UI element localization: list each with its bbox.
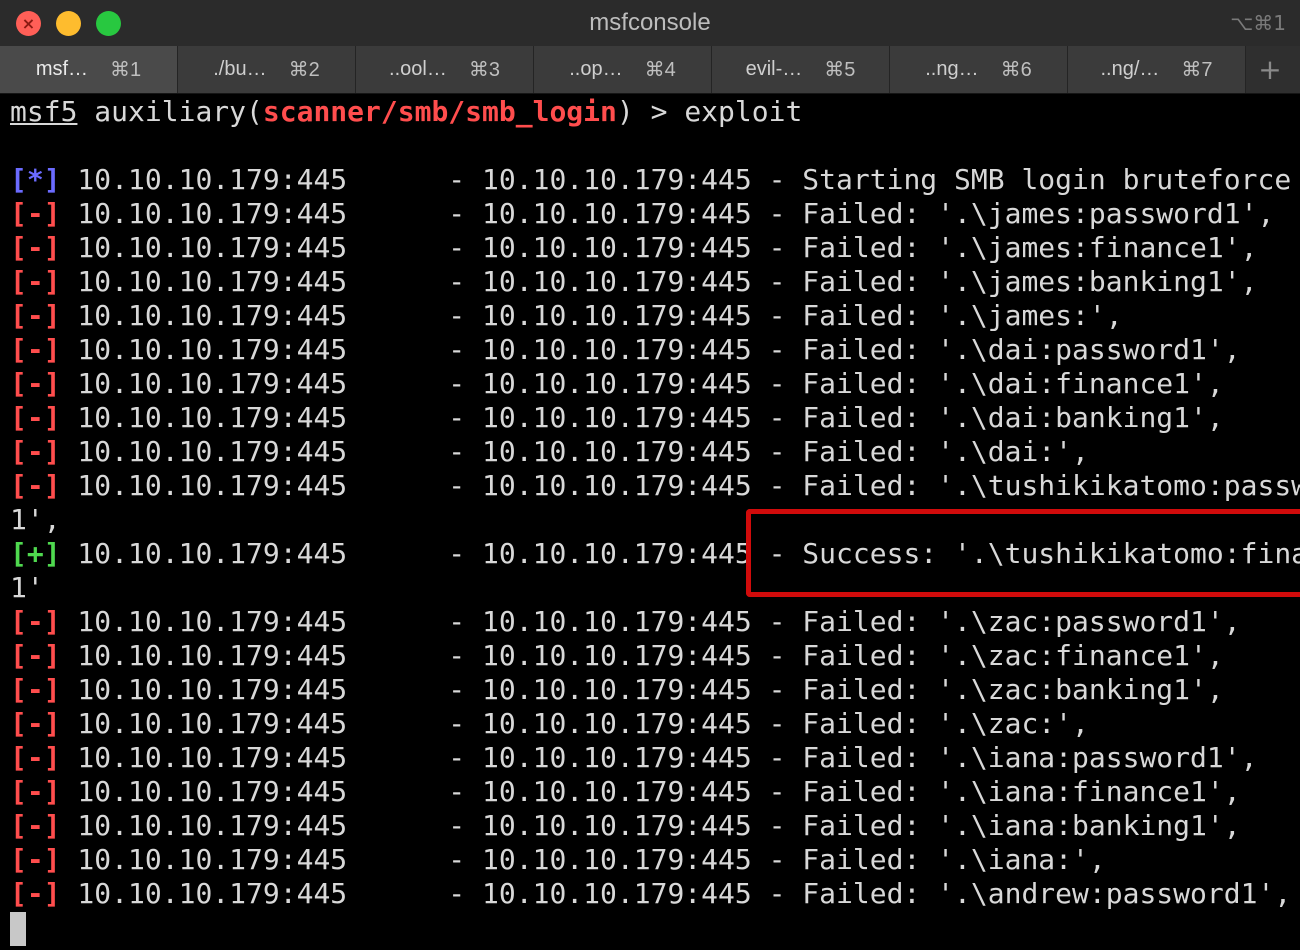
output-text: 10.10.10.179:445 - 10.10.10.179:445 - Fa… bbox=[60, 741, 1258, 774]
tab-label: ..ool… bbox=[389, 58, 447, 80]
tab-label: msf… bbox=[35, 58, 89, 80]
plus-icon: + bbox=[1258, 53, 1282, 86]
status-fail-tag: [-] bbox=[10, 197, 61, 230]
status-fail-tag: [-] bbox=[10, 265, 61, 298]
tab-label: ..ng/… bbox=[1100, 58, 1160, 80]
output-line: [-] 10.10.10.179:445 - 10.10.10.179:445 … bbox=[10, 197, 1300, 231]
output-text: 10.10.10.179:445 - 10.10.10.179:445 - Fa… bbox=[60, 469, 1300, 502]
terminal-cursor bbox=[10, 912, 26, 946]
output-text: 10.10.10.179:445 - 10.10.10.179:445 - Fa… bbox=[60, 333, 1241, 366]
output-text: 10.10.10.179:445 - 10.10.10.179:445 - Fa… bbox=[60, 197, 1275, 230]
status-fail-tag: [-] bbox=[10, 877, 61, 910]
status-info-tag: [*] bbox=[10, 163, 61, 196]
output-line: [-] 10.10.10.179:445 - 10.10.10.179:445 … bbox=[10, 469, 1300, 503]
output-text: 10.10.10.179:445 - 10.10.10.179:445 - Fa… bbox=[60, 605, 1241, 638]
status-fail-tag: [-] bbox=[10, 469, 61, 502]
output-text: 1' bbox=[10, 571, 44, 604]
tab-shortcut: ⌘7 bbox=[1181, 59, 1213, 81]
output-line: [-] 10.10.10.179:445 - 10.10.10.179:445 … bbox=[10, 605, 1300, 639]
status-fail-tag: [-] bbox=[10, 639, 61, 672]
output-line: [-] 10.10.10.179:445 - 10.10.10.179:445 … bbox=[10, 231, 1300, 265]
tab-label: evil-… bbox=[745, 58, 803, 80]
output-line: [-] 10.10.10.179:445 - 10.10.10.179:445 … bbox=[10, 435, 1300, 469]
status-fail-tag: [-] bbox=[10, 673, 61, 706]
output-line: [-] 10.10.10.179:445 - 10.10.10.179:445 … bbox=[10, 299, 1300, 333]
status-fail-tag: [-] bbox=[10, 605, 61, 638]
output-line: [-] 10.10.10.179:445 - 10.10.10.179:445 … bbox=[10, 707, 1300, 741]
output-text: 10.10.10.179:445 - 10.10.10.179:445 - Fa… bbox=[60, 775, 1241, 808]
status-fail-tag: [-] bbox=[10, 231, 61, 264]
output-text: 10.10.10.179:445 - 10.10.10.179:445 - Fa… bbox=[60, 401, 1224, 434]
output-text: 10.10.10.179:445 - 10.10.10.179:445 - St… bbox=[60, 163, 1292, 196]
status-success-tag: [+] bbox=[10, 537, 61, 570]
window-shortcut: ⌥⌘1 bbox=[1230, 11, 1286, 35]
prompt-command: ) > exploit bbox=[616, 95, 803, 128]
output-text: 10.10.10.179:445 - 10.10.10.179:445 - Fa… bbox=[60, 809, 1241, 842]
tab-5[interactable]: evil-… ⌘5 bbox=[712, 46, 890, 93]
tab-4[interactable]: ..op… ⌘4 bbox=[534, 46, 712, 93]
prompt-line: msf5 auxiliary(scanner/smb/smb_login) > … bbox=[10, 95, 1300, 129]
terminal-output[interactable]: msf5 auxiliary(scanner/smb/smb_login) > … bbox=[10, 95, 1300, 911]
new-tab-button[interactable]: + bbox=[1246, 46, 1294, 93]
tab-shortcut: ⌘1 bbox=[110, 59, 142, 81]
tab-1[interactable]: msf… ⌘1 bbox=[0, 46, 178, 93]
status-fail-tag: [-] bbox=[10, 333, 61, 366]
output-text: 10.10.10.179:445 - 10.10.10.179:445 - Fa… bbox=[60, 707, 1089, 740]
tab-shortcut: ⌘4 bbox=[644, 59, 676, 81]
window-title: msfconsole bbox=[589, 9, 711, 36]
tab-7[interactable]: ..ng/… ⌘7 bbox=[1068, 46, 1246, 93]
status-fail-tag: [-] bbox=[10, 401, 61, 434]
status-fail-tag: [-] bbox=[10, 775, 61, 808]
tab-shortcut: ⌘6 bbox=[1000, 59, 1032, 81]
output-text: 10.10.10.179:445 - 10.10.10.179:445 - Fa… bbox=[60, 843, 1106, 876]
status-fail-tag: [-] bbox=[10, 809, 61, 842]
tab-label: ..ng… bbox=[925, 58, 979, 80]
output-text: 10.10.10.179:445 - 10.10.10.179:445 - Fa… bbox=[60, 435, 1089, 468]
status-fail-tag: [-] bbox=[10, 707, 61, 740]
output-line: [-] 10.10.10.179:445 - 10.10.10.179:445 … bbox=[10, 333, 1300, 367]
output-line: [-] 10.10.10.179:445 - 10.10.10.179:445 … bbox=[10, 639, 1300, 673]
terminal-window: × msfconsole ⌥⌘1 msf… ⌘1 ./bu… ⌘2 ..ool…… bbox=[0, 0, 1300, 950]
output-line: [-] 10.10.10.179:445 - 10.10.10.179:445 … bbox=[10, 265, 1300, 299]
output-line: [-] 10.10.10.179:445 - 10.10.10.179:445 … bbox=[10, 367, 1300, 401]
output-line: [-] 10.10.10.179:445 - 10.10.10.179:445 … bbox=[10, 843, 1300, 877]
output-line: [-] 10.10.10.179:445 - 10.10.10.179:445 … bbox=[10, 809, 1300, 843]
prompt-context: auxiliary( bbox=[77, 95, 263, 128]
output-text: 10.10.10.179:445 - 10.10.10.179:445 - Fa… bbox=[60, 877, 1292, 910]
tab-label: ./bu… bbox=[213, 58, 267, 80]
status-fail-tag: [-] bbox=[10, 435, 61, 468]
output-text: 10.10.10.179:445 - 10.10.10.179:445 - Fa… bbox=[60, 367, 1224, 400]
title-bar: × msfconsole ⌥⌘1 bbox=[0, 0, 1300, 47]
module-name: scanner/smb/smb_login bbox=[262, 95, 617, 128]
tab-shortcut: ⌘2 bbox=[288, 59, 320, 81]
output-text: 10.10.10.179:445 - 10.10.10.179:445 - Fa… bbox=[60, 673, 1224, 706]
output-text: 1', bbox=[10, 503, 61, 536]
output-line: [-] 10.10.10.179:445 - 10.10.10.179:445 … bbox=[10, 877, 1300, 911]
output-line: [-] 10.10.10.179:445 - 10.10.10.179:445 … bbox=[10, 401, 1300, 435]
tab-6[interactable]: ..ng… ⌘6 bbox=[890, 46, 1068, 93]
success-highlight-box bbox=[746, 509, 1300, 597]
output-text: 10.10.10.179:445 - 10.10.10.179:445 - Fa… bbox=[60, 265, 1258, 298]
tab-3[interactable]: ..ool… ⌘3 bbox=[356, 46, 534, 93]
status-fail-tag: [-] bbox=[10, 843, 61, 876]
tab-shortcut: ⌘3 bbox=[468, 59, 500, 81]
output-text: 10.10.10.179:445 - 10.10.10.179:445 - Fa… bbox=[60, 639, 1224, 672]
output-line: [*] 10.10.10.179:445 - 10.10.10.179:445 … bbox=[10, 163, 1300, 197]
status-fail-tag: [-] bbox=[10, 741, 61, 774]
output-line: [-] 10.10.10.179:445 - 10.10.10.179:445 … bbox=[10, 741, 1300, 775]
tab-shortcut: ⌘5 bbox=[824, 59, 856, 81]
status-fail-tag: [-] bbox=[10, 299, 61, 332]
status-fail-tag: [-] bbox=[10, 367, 61, 400]
output-text: 10.10.10.179:445 - 10.10.10.179:445 - Fa… bbox=[60, 231, 1258, 264]
output-line: [-] 10.10.10.179:445 - 10.10.10.179:445 … bbox=[10, 673, 1300, 707]
tab-label: ..op… bbox=[569, 58, 623, 80]
prompt-name: msf5 bbox=[10, 95, 78, 128]
tab-bar: msf… ⌘1 ./bu… ⌘2 ..ool… ⌘3 ..op… ⌘4 evil… bbox=[0, 46, 1300, 94]
tab-2[interactable]: ./bu… ⌘2 bbox=[178, 46, 356, 93]
output-text: 10.10.10.179:445 - 10.10.10.179:445 - Fa… bbox=[60, 299, 1123, 332]
output-line: [-] 10.10.10.179:445 - 10.10.10.179:445 … bbox=[10, 775, 1300, 809]
